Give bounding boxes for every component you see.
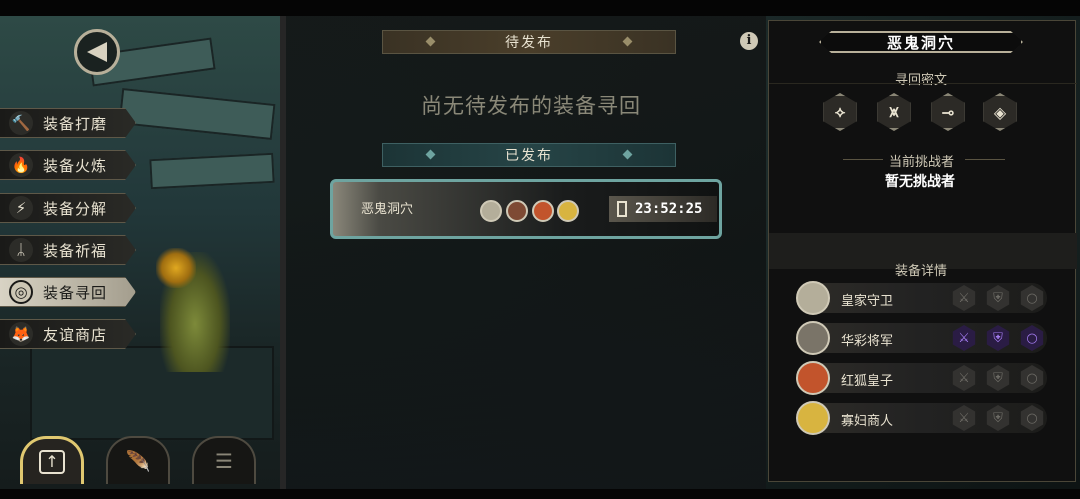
cipher-rune-4[interactable]: ◈ <box>983 93 1017 131</box>
weapon-slot-icon: ⚔ <box>952 285 976 311</box>
game-screen: 🔨 装备打磨 🔥 装备火炼 ⚡ 装备分解 ᛦ 装备祈福 ◎ 装备寻回 🦊 友谊商… <box>0 0 1080 499</box>
equipment-row[interactable]: 华彩将军 ⚔ ⛨ ○ <box>796 321 1047 355</box>
dungeon-title: 恶鬼洞穴 <box>819 31 1023 53</box>
cipher-rune-1[interactable]: ⟡ <box>823 93 857 131</box>
ground <box>30 346 274 440</box>
armor-slot-icon: ⛨ <box>986 405 1010 431</box>
wood-plank <box>149 152 275 190</box>
widow-merchant-avatar <box>557 200 579 222</box>
published-header: 已发布 <box>382 143 676 167</box>
fox-prince-avatar <box>796 361 830 395</box>
back-logo-button[interactable] <box>74 29 120 75</box>
equipment-row[interactable]: 红狐皇子 ⚔ ⛨ ○ <box>796 361 1047 395</box>
blessing-icon: ᛦ <box>9 238 33 262</box>
challenger-label: 当前挑战者 <box>889 155 955 170</box>
general-avatar <box>796 321 830 355</box>
fox-icon: 🦊 <box>9 322 33 346</box>
empty-pending-message: 尚无待发布的装备寻回 <box>421 94 641 118</box>
timer-text: 23:52:25 <box>635 201 703 217</box>
list-icon: ☰ <box>215 449 233 473</box>
divider <box>843 159 883 160</box>
details-label: 装备详情 <box>895 264 948 279</box>
diamond-icon <box>425 36 436 47</box>
menu-item-label: 装备分解 <box>43 199 108 218</box>
menu-item-label: 装备打磨 <box>43 114 108 133</box>
center-panel: 待发布 i 尚无待发布的装备寻回 已发布 恶鬼洞穴 23:52:25 <box>280 16 766 489</box>
spiral-icon: ◎ <box>9 280 33 304</box>
arrow-left-icon <box>87 42 107 62</box>
royal-guard-avatar <box>480 200 502 222</box>
upload-tab-button[interactable]: ↑ <box>20 436 84 484</box>
weapon-slot-icon: ⚔ <box>952 325 976 351</box>
diamond-icon <box>622 36 633 47</box>
bottom-bar <box>0 489 1080 499</box>
hourglass-icon <box>617 201 627 217</box>
published-retrieve-card[interactable]: 恶鬼洞穴 23:52:25 <box>330 179 722 239</box>
menu-item-shop[interactable]: 🦊 友谊商店 <box>0 319 136 349</box>
weapon-slot-icon: ⚔ <box>952 365 976 391</box>
diamond-icon <box>425 149 436 160</box>
ring-slot-icon: ○ <box>1020 405 1044 431</box>
equipment-owner: 寡妇商人 <box>841 414 894 429</box>
character-headdress <box>156 248 196 288</box>
upload-icon: ↑ <box>39 449 65 474</box>
shatter-icon: ⚡ <box>9 196 33 220</box>
published-header-label: 已发布 <box>505 148 553 164</box>
ring-slot-icon: ○ <box>1020 285 1044 311</box>
general-avatar <box>506 200 528 222</box>
armor-slot-icon: ⛨ <box>986 365 1010 391</box>
menu-item-bless[interactable]: ᛦ 装备祈福 <box>0 235 136 265</box>
countdown-timer: 23:52:25 <box>609 196 717 222</box>
feather-icon: 🪶 <box>125 449 151 473</box>
cipher-rune-2[interactable]: ⩙ <box>877 93 911 131</box>
cipher-rune-3[interactable]: ⊸ <box>931 93 965 131</box>
info-icon[interactable]: i <box>740 32 758 50</box>
menu-item-forge[interactable]: 🔥 装备火炼 <box>0 150 136 180</box>
armor-slot-icon: ⛨ <box>986 285 1010 311</box>
ring-slot-icon: ○ <box>1020 325 1044 351</box>
divider <box>965 159 1005 160</box>
cipher-label: 寻回密文 <box>895 73 948 88</box>
armor-slot-icon: ⛨ <box>986 325 1010 351</box>
pending-header-label: 待发布 <box>505 35 553 51</box>
equipment-row[interactable]: 皇家守卫 ⚔ ⛨ ○ <box>796 281 1047 315</box>
details-panel: 恶鬼洞穴 寻回密文 ⟡ ⩙ ⊸ ◈ 当前挑战者 暂无挑战者 装备详情 皇家守卫 … <box>768 20 1077 482</box>
feather-tab-button[interactable]: 🪶 <box>106 436 170 484</box>
menu-item-dismantle[interactable]: ⚡ 装备分解 <box>0 193 136 223</box>
menu-item-polish[interactable]: 🔨 装备打磨 <box>0 108 136 138</box>
fox-prince-avatar <box>532 200 554 222</box>
divider <box>769 83 1077 84</box>
hammer-icon: 🔨 <box>9 111 33 135</box>
equipment-row[interactable]: 寡妇商人 ⚔ ⛨ ○ <box>796 401 1047 435</box>
equipment-owner: 红狐皇子 <box>841 374 894 389</box>
diamond-icon <box>622 149 633 160</box>
challenger-value: 暂无挑战者 <box>885 174 955 190</box>
list-tab-button[interactable]: ☰ <box>192 436 256 484</box>
ring-slot-icon: ○ <box>1020 365 1044 391</box>
menu-item-label: 装备火炼 <box>43 156 108 175</box>
royal-guard-avatar <box>796 281 830 315</box>
equipment-owner: 华彩将军 <box>841 334 894 349</box>
top-bar <box>0 0 1080 16</box>
pending-header: 待发布 <box>382 30 676 54</box>
menu-item-retrieve[interactable]: ◎ 装备寻回 <box>0 277 136 307</box>
equipment-owner: 皇家守卫 <box>841 294 894 309</box>
menu-item-label: 装备寻回 <box>43 283 108 302</box>
flame-icon: 🔥 <box>9 153 33 177</box>
card-title: 恶鬼洞穴 <box>361 202 414 217</box>
menu-item-label: 装备祈福 <box>43 241 108 260</box>
wood-plank <box>118 88 276 140</box>
weapon-slot-icon: ⚔ <box>952 405 976 431</box>
menu-item-label: 友谊商店 <box>43 325 108 344</box>
widow-merchant-avatar <box>796 401 830 435</box>
